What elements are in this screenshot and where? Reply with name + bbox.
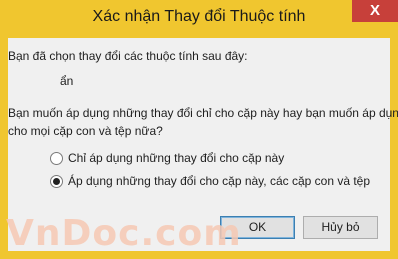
- window-title: Xác nhận Thay đổi Thuộc tính: [92, 8, 306, 25]
- changed-attribute: ẩn: [60, 74, 74, 88]
- option-all-subfolders-label[interactable]: Áp dụng những thay đổi cho cặp này, các …: [68, 174, 370, 188]
- radio-this-folder[interactable]: [50, 152, 63, 165]
- intro-text: Bạn đã chọn thay đổi các thuộc tính sau …: [8, 49, 248, 63]
- dialog-window: Xác nhận Thay đổi Thuộc tính X Bạn đã ch…: [0, 0, 398, 259]
- radio-all-subfolders[interactable]: [50, 175, 63, 188]
- close-button[interactable]: X: [352, 0, 398, 22]
- cancel-button[interactable]: Hủy bỏ: [303, 216, 378, 239]
- option-this-folder-label[interactable]: Chỉ áp dụng những thay đổi cho cặp này: [68, 151, 284, 165]
- watermark-logo: VnDoc.com: [6, 213, 242, 254]
- question-line-1: Bạn muốn áp dụng những thay đổi chỉ cho …: [8, 106, 398, 120]
- title-bar[interactable]: Xác nhận Thay đổi Thuộc tính X: [0, 0, 398, 38]
- question-line-2: cho mọi cặp con và tệp nữa?: [8, 124, 163, 138]
